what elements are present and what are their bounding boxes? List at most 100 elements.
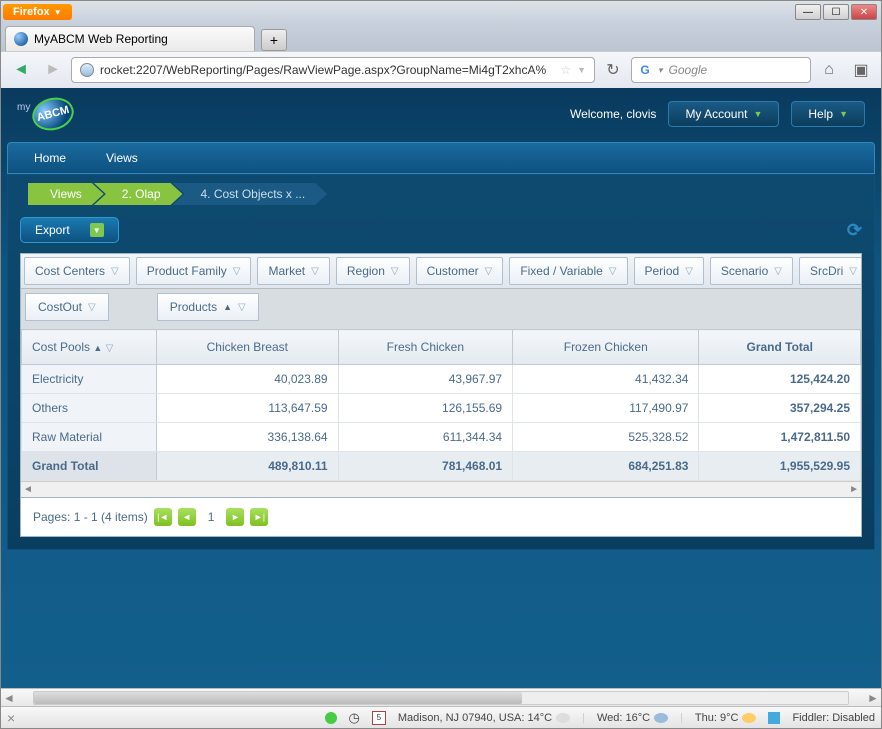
row-label: Grand Total xyxy=(22,452,157,481)
search-bar[interactable]: G ▾ Google xyxy=(631,57,811,83)
statusbar: × ◷ 5 Madison, NJ 07940, USA: 14°C | Wed… xyxy=(1,706,881,728)
filter-label: Region xyxy=(347,264,385,278)
chevron-down-icon[interactable]: ▾ xyxy=(658,65,663,76)
row-label[interactable]: Raw Material xyxy=(22,423,157,452)
search-placeholder: Google xyxy=(669,63,708,77)
scroll-right-icon[interactable]: ► xyxy=(849,484,859,495)
dropdown-icon[interactable]: ▼ xyxy=(577,65,586,75)
pager-prev-button[interactable]: ◄ xyxy=(178,508,196,526)
data-table: Cost Pools ▲ ▽ Chicken Breast Fresh Chic… xyxy=(21,329,861,481)
scroll-thumb[interactable] xyxy=(34,692,522,704)
help-button[interactable]: Help ▼ xyxy=(791,101,865,127)
row-label[interactable]: Others xyxy=(22,394,157,423)
browser-menubar: Firefox ▼ — ☐ ✕ xyxy=(1,1,881,23)
minimize-button[interactable]: — xyxy=(795,4,821,20)
addon-button[interactable]: ▣ xyxy=(847,56,875,84)
funnel-icon: ▽ xyxy=(774,266,782,277)
refresh-button[interactable]: ⟳ xyxy=(847,220,862,241)
status-close-icon[interactable]: × xyxy=(7,710,15,726)
cell: 489,810.11 xyxy=(157,452,339,481)
filter-pill[interactable]: Cost Centers▽ xyxy=(24,257,130,285)
cell: 41,432.34 xyxy=(513,365,699,394)
scroll-right-icon[interactable]: ► xyxy=(865,691,881,705)
breadcrumb-item[interactable]: 2. Olap xyxy=(94,183,183,205)
url-bar[interactable]: rocket:2207/WebReporting/Pages/RawViewPa… xyxy=(71,57,595,83)
calendar-day: 5 xyxy=(377,713,381,722)
row-label[interactable]: Electricity xyxy=(22,365,157,394)
status-indicator-icon[interactable] xyxy=(325,712,337,724)
forward-button[interactable]: ► xyxy=(39,56,67,84)
cell: 117,490.97 xyxy=(513,394,699,423)
column-field[interactable]: Products ▲ ▽ xyxy=(157,293,259,321)
filter-pill[interactable]: Period ▽ xyxy=(634,257,704,285)
filter-pill[interactable]: SrcDri▽ xyxy=(799,257,861,285)
column-header[interactable]: Frozen Chicken xyxy=(513,330,699,365)
scroll-left-icon[interactable]: ◄ xyxy=(1,691,17,705)
menu-home[interactable]: Home xyxy=(14,143,86,173)
filter-pill[interactable]: Customer▽ xyxy=(416,257,504,285)
pager-next-button[interactable]: ► xyxy=(226,508,244,526)
pager-last-button[interactable]: ►| xyxy=(250,508,268,526)
browser-window: Firefox ▼ — ☐ ✕ MyABCM Web Reporting + ◄… xyxy=(0,0,882,729)
back-button[interactable]: ◄ xyxy=(7,56,35,84)
funnel-icon: ▽ xyxy=(88,302,96,313)
scroll-left-icon[interactable]: ◄ xyxy=(23,484,33,495)
breadcrumb-label: Views xyxy=(50,187,82,201)
star-icon[interactable]: ☆ xyxy=(560,63,571,77)
sun-cloud-icon xyxy=(742,713,756,723)
globe-icon xyxy=(80,63,94,77)
funnel-icon: ▽ xyxy=(238,302,246,313)
funnel-icon: ▽ xyxy=(685,266,693,277)
close-button[interactable]: ✕ xyxy=(851,4,877,20)
cell: 336,138.64 xyxy=(157,423,339,452)
filter-pill[interactable]: Product Family▽ xyxy=(136,257,252,285)
cell: 357,294.25 xyxy=(699,394,861,423)
cell: 40,023.89 xyxy=(157,365,339,394)
filter-pill[interactable]: Region▽ xyxy=(336,257,410,285)
table-row-total: Grand Total489,810.11781,468.01684,251.8… xyxy=(22,452,861,481)
cell: 126,155.69 xyxy=(338,394,513,423)
grid-scrollbar[interactable]: ◄ ► xyxy=(21,481,861,497)
menu-views[interactable]: Views xyxy=(86,143,158,173)
maximize-button[interactable]: ☐ xyxy=(823,4,849,20)
chevron-down-icon: ▼ xyxy=(839,109,848,119)
filter-label: Period xyxy=(645,264,680,278)
browser-scrollbar[interactable]: ◄ ► xyxy=(1,688,881,706)
table-row: Electricity40,023.8943,967.9741,432.3412… xyxy=(22,365,861,394)
pager-first-button[interactable]: |◄ xyxy=(154,508,172,526)
column-header[interactable]: Chicken Breast xyxy=(157,330,339,365)
home-button[interactable]: ⌂ xyxy=(815,56,843,84)
browser-tab[interactable]: MyABCM Web Reporting xyxy=(5,26,255,51)
measure-field[interactable]: CostOut ▽ xyxy=(25,293,109,321)
chevron-down-icon: ▼ xyxy=(753,109,762,119)
logo[interactable]: my ABCM xyxy=(17,98,74,130)
breadcrumb-item[interactable]: Views xyxy=(28,183,104,205)
column-header-total[interactable]: Grand Total xyxy=(699,330,861,365)
fiddler-icon[interactable] xyxy=(768,712,780,724)
export-button[interactable]: Export ▼ xyxy=(20,217,119,243)
firefox-menu-button[interactable]: Firefox ▼ xyxy=(3,4,72,20)
clock-icon[interactable]: ◷ xyxy=(349,710,360,726)
reload-button[interactable]: ↻ xyxy=(599,56,627,84)
browser-navbar: ◄ ► rocket:2207/WebReporting/Pages/RawVi… xyxy=(1,51,881,88)
cell: 525,328.52 xyxy=(513,423,699,452)
weather-location[interactable]: Madison, NJ 07940, USA: 14°C xyxy=(398,712,570,724)
calendar-icon[interactable]: 5 xyxy=(372,711,386,725)
column-header[interactable]: Fresh Chicken xyxy=(338,330,513,365)
weather-thu[interactable]: Thu: 9°C xyxy=(695,712,757,724)
row-field-header[interactable]: Cost Pools ▲ ▽ xyxy=(22,330,157,365)
welcome-text: Welcome, clovis xyxy=(570,107,656,121)
pager-current: 1 xyxy=(202,510,221,524)
my-account-button[interactable]: My Account ▼ xyxy=(668,101,779,127)
filter-pill[interactable]: Fixed / Variable▽ xyxy=(509,257,627,285)
column-field-label: Products xyxy=(170,300,217,314)
scroll-track[interactable] xyxy=(33,691,849,705)
filter-label: Cost Centers xyxy=(35,264,105,278)
filter-pill[interactable]: Scenario▽ xyxy=(710,257,793,285)
breadcrumb-item-current[interactable]: 4. Cost Objects x ... xyxy=(173,183,328,205)
weather-wed[interactable]: Wed: 16°C xyxy=(597,712,668,724)
new-tab-button[interactable]: + xyxy=(261,29,287,51)
fiddler-text: Fiddler: Disabled xyxy=(792,712,875,724)
breadcrumb-label: 2. Olap xyxy=(122,187,161,201)
filter-pill[interactable]: Market▽ xyxy=(257,257,329,285)
